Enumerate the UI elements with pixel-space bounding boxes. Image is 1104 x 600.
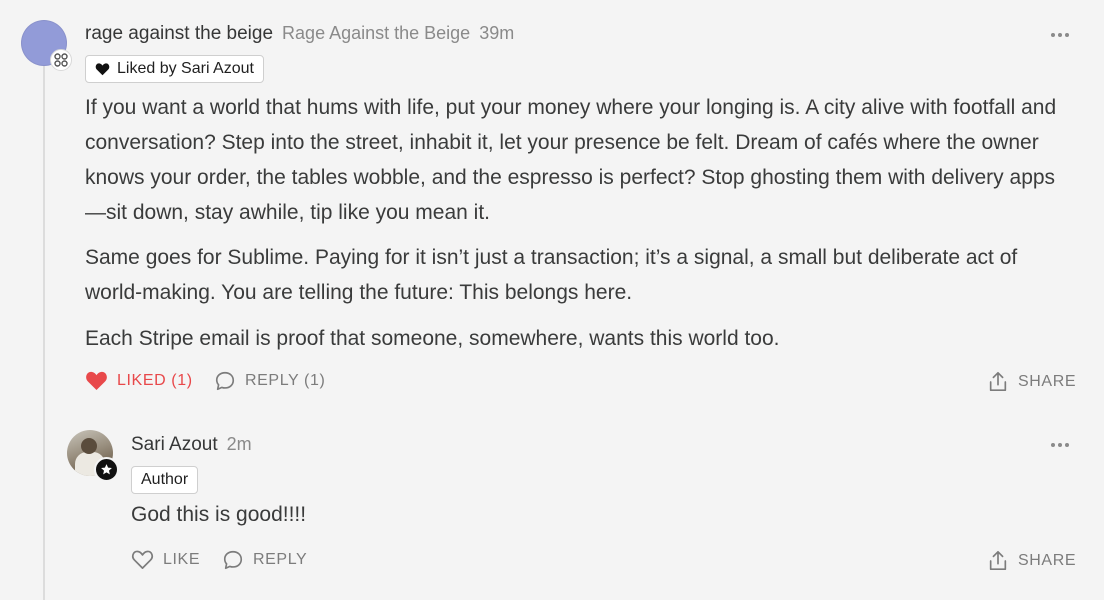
author-badge: Author: [131, 466, 199, 494]
reply-label: REPLY: [253, 551, 308, 568]
like-label: LIKE: [163, 550, 201, 568]
share-button[interactable]: SHARE: [987, 370, 1076, 393]
heart-icon: [95, 63, 110, 76]
reply-button[interactable]: REPLY (1): [214, 370, 325, 392]
paragraph: If you want a world that hums with life,…: [85, 96, 1057, 224]
share-label: SHARE: [1018, 372, 1077, 390]
author-badge-label: Author: [141, 471, 189, 488]
subscriber-icon: [50, 49, 72, 71]
more-icon[interactable]: [1049, 440, 1071, 450]
reply-body: God this is good!!!!: [131, 503, 307, 526]
timestamp[interactable]: 39m: [479, 23, 514, 44]
publication-name[interactable]: Rage Against the Beige: [282, 23, 470, 44]
share-button[interactable]: SHARE: [987, 549, 1076, 572]
reply-label: REPLY (1): [245, 372, 326, 389]
username[interactable]: Sari Azout: [131, 434, 218, 456]
comment-thread: rage against the beige Rage Against the …: [0, 0, 1104, 600]
star-icon: [94, 457, 119, 482]
like-button[interactable]: LIKE: [131, 549, 200, 570]
reply-button[interactable]: REPLY: [222, 549, 307, 571]
username[interactable]: rage against the beige: [85, 23, 273, 45]
comment-header: rage against the beige Rage Against the …: [85, 23, 514, 45]
share-icon: [989, 371, 1007, 392]
heart-icon: [86, 371, 107, 391]
reply-header: Sari Azout 2m: [131, 434, 252, 456]
paragraph: Same goes for Sublime. Paying for it isn…: [85, 246, 1018, 304]
share-icon: [989, 550, 1007, 571]
liked-by-text: Liked by Sari Azout: [117, 60, 254, 77]
comment-bubble-icon: [223, 550, 243, 570]
liked-by-badge: Liked by Sari Azout: [85, 55, 264, 83]
like-button[interactable]: LIKED (1): [85, 370, 193, 391]
comment-bubble-icon: [215, 371, 235, 391]
more-icon[interactable]: [1049, 30, 1071, 40]
share-label: SHARE: [1018, 551, 1077, 569]
paragraph: Each Stripe email is proof that someone,…: [85, 327, 780, 350]
timestamp[interactable]: 2m: [227, 434, 252, 455]
like-label: LIKED (1): [117, 371, 193, 389]
heart-icon: [131, 550, 154, 569]
thread-line: [43, 64, 45, 600]
